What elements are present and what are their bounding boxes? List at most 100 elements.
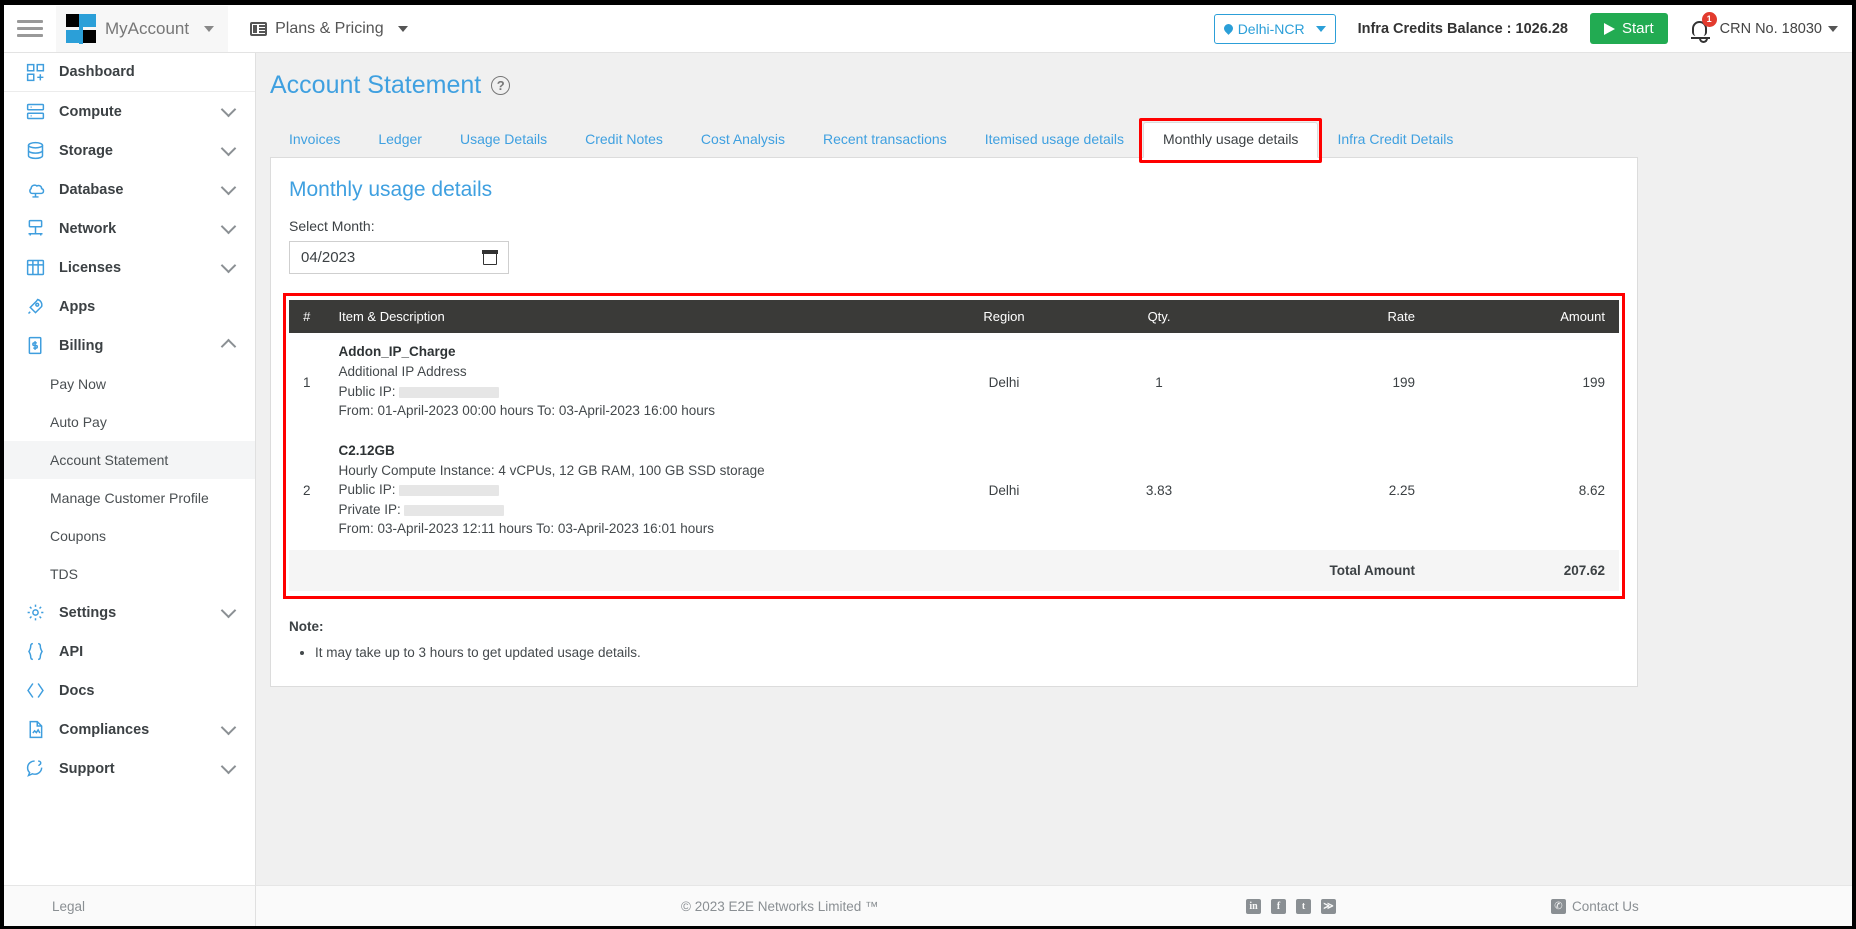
- sidebar-item-tds[interactable]: TDS: [4, 555, 255, 593]
- row-item-description: Addon_IP_Charge Additional IP Address Pu…: [324, 333, 929, 432]
- legal-link[interactable]: Legal: [52, 899, 85, 914]
- sidebar-item-api[interactable]: API: [4, 632, 255, 671]
- tab-recent-transactions[interactable]: Recent transactions: [804, 123, 966, 157]
- calendar-icon[interactable]: [482, 249, 498, 265]
- sidebar-item-docs[interactable]: Docs: [4, 671, 255, 710]
- sidebar-subitem-label: Pay Now: [50, 376, 107, 392]
- notifications-bell-button[interactable]: 1: [1686, 11, 1717, 46]
- chevron-down-icon: [204, 25, 215, 32]
- start-button[interactable]: Start: [1589, 13, 1668, 44]
- tab-usage-details[interactable]: Usage Details: [441, 123, 566, 157]
- note-list: It may take up to 3 hours to get updated…: [289, 645, 1619, 660]
- sidebar-item-coupons[interactable]: Coupons: [4, 517, 255, 555]
- item-title: Addon_IP_Charge: [338, 344, 456, 359]
- linkedin-icon[interactable]: in: [1246, 898, 1261, 914]
- chevron-down-icon: [220, 179, 237, 196]
- tab-credit-notes[interactable]: Credit Notes: [566, 123, 682, 157]
- cloud-database-icon: [24, 179, 46, 201]
- database-cylinder-icon: [24, 140, 46, 162]
- page-title: Account Statement ?: [270, 71, 1638, 100]
- region-selector[interactable]: Delhi-NCR: [1213, 13, 1336, 44]
- col-index: #: [289, 300, 325, 333]
- chevron-down-icon: [1828, 25, 1838, 32]
- row-region: Delhi: [929, 431, 1079, 550]
- sidebar-item-dashboard[interactable]: Dashboard: [4, 53, 255, 92]
- tab-cost-analysis[interactable]: Cost Analysis: [682, 123, 804, 157]
- e2e-networks-logo-icon: [66, 13, 96, 44]
- col-region: Region: [929, 300, 1079, 333]
- twitter-icon[interactable]: t: [1296, 898, 1311, 914]
- dashboard-icon: [24, 61, 46, 83]
- public-ip-label: Public IP:: [338, 482, 396, 498]
- usage-table-zone: # Item & Description Region Qty. Rate Am…: [283, 293, 1625, 599]
- copyright-text: © 2023 E2E Networks Limited ™: [681, 898, 879, 914]
- sidebar-item-settings[interactable]: Settings: [4, 593, 255, 632]
- page-container: Account Statement ? Invoices Ledger Usag…: [270, 71, 1638, 687]
- redacted-value: [398, 485, 499, 497]
- legal-footer-link-area: Legal: [4, 885, 256, 926]
- crn-account-dropdown[interactable]: CRN No. 18030: [1720, 21, 1838, 37]
- tab-infra-credit-details[interactable]: Infra Credit Details: [1318, 123, 1472, 157]
- sidebar-item-label: Dashboard: [59, 64, 135, 80]
- sidebar-item-storage[interactable]: Storage: [4, 131, 255, 170]
- sidebar-item-auto-pay[interactable]: Auto Pay: [4, 403, 255, 441]
- sidebar-item-support[interactable]: Support: [4, 749, 255, 788]
- row-rate: 2.25: [1239, 431, 1429, 550]
- top-bar-right-group: Delhi-NCR Infra Credits Balance : 1026.2…: [1213, 5, 1852, 53]
- sidebar-item-billing[interactable]: Billing: [4, 326, 255, 365]
- chevron-down-icon: [220, 719, 237, 736]
- item-public-ip: Public IP:: [339, 480, 915, 500]
- chevron-down-icon: [1315, 25, 1326, 32]
- tab-bar: Invoices Ledger Usage Details Credit Not…: [270, 118, 1638, 163]
- tab-ledger[interactable]: Ledger: [359, 123, 441, 157]
- infra-credits-balance: Infra Credits Balance : 1026.28: [1357, 20, 1568, 37]
- social-links: in f t ≫: [1246, 898, 1336, 914]
- sidebar-subitem-label: TDS: [50, 566, 78, 582]
- row-amount: 8.62: [1429, 431, 1619, 550]
- month-picker-input[interactable]: 04/2023: [289, 241, 509, 274]
- sidebar-item-licenses[interactable]: Licenses: [4, 248, 255, 287]
- sidebar-item-compute[interactable]: Compute: [4, 92, 255, 131]
- chevron-down-icon: [397, 25, 408, 32]
- contact-us-link[interactable]: ✆ Contact Us: [1551, 898, 1639, 914]
- table-body: 1 Addon_IP_Charge Additional IP Address …: [289, 333, 1619, 591]
- tab-monthly-usage-details[interactable]: Monthly usage details: [1143, 122, 1319, 158]
- sidebar-item-account-statement[interactable]: Account Statement: [4, 441, 255, 479]
- row-qty: 1: [1079, 333, 1239, 432]
- server-icon: [24, 101, 46, 123]
- sidebar-item-network[interactable]: Network: [4, 209, 255, 248]
- table-header-row: # Item & Description Region Qty. Rate Am…: [289, 300, 1619, 333]
- code-brackets-icon: [24, 680, 46, 702]
- sidebar-subitem-label: Account Statement: [50, 452, 169, 468]
- brand-label: MyAccount: [105, 18, 190, 38]
- support-chat-icon: [24, 758, 46, 780]
- chevron-up-icon: [220, 338, 237, 355]
- facebook-icon[interactable]: f: [1271, 898, 1286, 914]
- table-row: 2 C2.12GB Hourly Compute Instance: 4 vCP…: [289, 431, 1619, 550]
- sidebar-item-database[interactable]: Database: [4, 170, 255, 209]
- top-navigation-bar: MyAccount Plans & Pricing Delhi-NCR Infr…: [4, 5, 1852, 53]
- tab-invoices[interactable]: Invoices: [270, 123, 359, 157]
- phone-icon: ✆: [1551, 898, 1566, 914]
- tab-itemised-usage-details[interactable]: Itemised usage details: [966, 123, 1143, 157]
- panel-heading: Monthly usage details: [289, 178, 493, 201]
- sidebar-item-compliances[interactable]: Compliances: [4, 710, 255, 749]
- location-pin-icon: [1221, 22, 1235, 35]
- col-amount: Amount: [1429, 300, 1619, 333]
- sidebar-subitem-label: Manage Customer Profile: [50, 490, 209, 506]
- sidebar-item-manage-customer-profile[interactable]: Manage Customer Profile: [4, 479, 255, 517]
- plans-pricing-dropdown[interactable]: Plans & Pricing: [250, 20, 408, 38]
- sidebar-item-apps[interactable]: Apps: [4, 287, 255, 326]
- question-mark-icon[interactable]: ?: [491, 76, 511, 95]
- rss-icon[interactable]: ≫: [1321, 898, 1336, 914]
- table-row: 1 Addon_IP_Charge Additional IP Address …: [289, 333, 1619, 432]
- sidebar-item-label: Compliances: [59, 721, 150, 738]
- col-item-description: Item & Description: [324, 300, 929, 333]
- sidebar-item-pay-now[interactable]: Pay Now: [4, 365, 255, 403]
- plans-pricing-label: Plans & Pricing: [275, 19, 384, 37]
- item-title: C2.12GB: [338, 442, 395, 458]
- myaccount-brand-dropdown[interactable]: MyAccount: [56, 5, 229, 52]
- hamburger-icon[interactable]: [4, 5, 56, 53]
- row-index: 2: [289, 431, 325, 550]
- total-label: Total Amount: [289, 549, 1429, 591]
